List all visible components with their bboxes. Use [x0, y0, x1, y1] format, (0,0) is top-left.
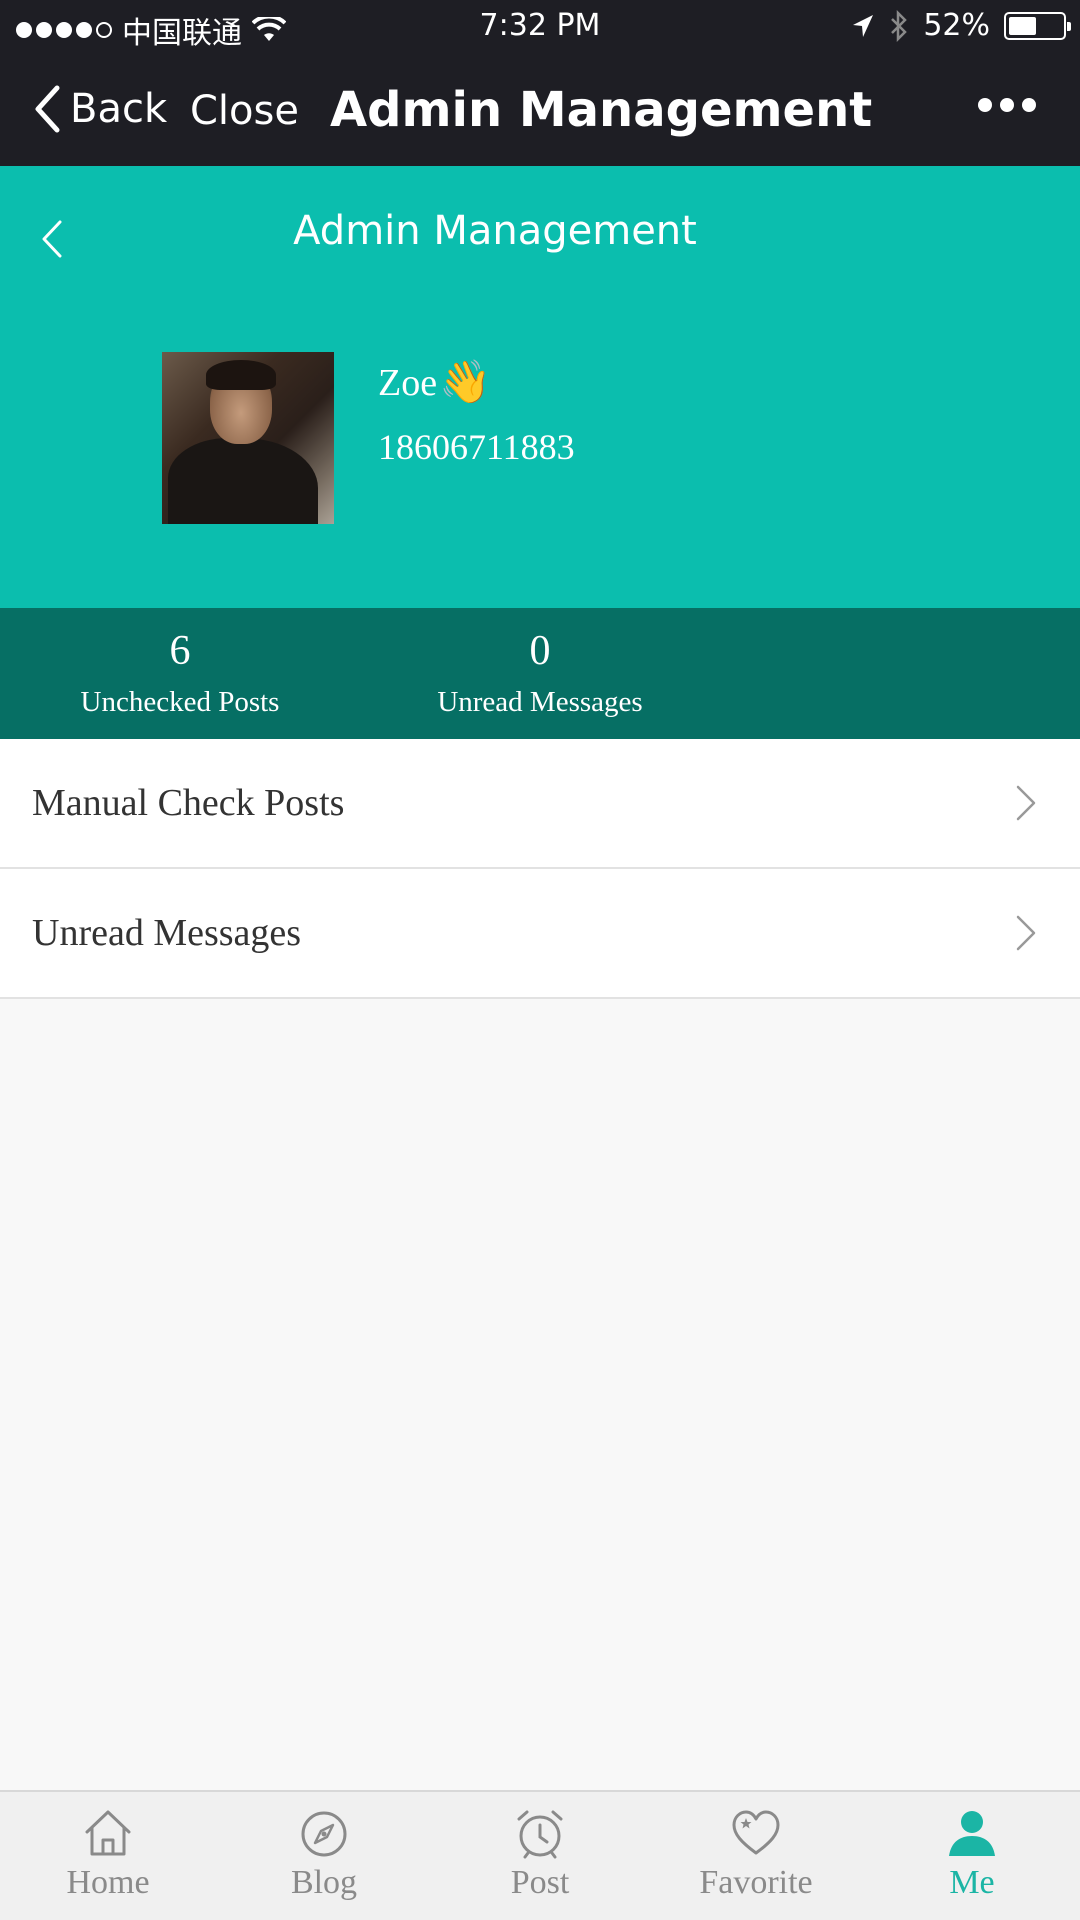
menu-item-unread-messages[interactable]: Unread Messages	[0, 869, 1080, 999]
location-arrow-icon	[853, 14, 874, 37]
nav-title: Admin Management	[330, 82, 873, 138]
nav-back-label: Back	[70, 86, 168, 132]
tab-label: Post	[510, 1864, 570, 1901]
user-name: Zoe 👋	[378, 358, 491, 407]
battery-level	[1009, 16, 1036, 35]
alarm-clock-icon	[517, 1810, 563, 1859]
tab-label: Me	[949, 1864, 995, 1901]
status-right: 52%	[851, 8, 1071, 43]
stat-value: 6	[169, 628, 191, 674]
stats-bar: 6 Unchecked Posts 0 Unread Messages	[0, 608, 1080, 739]
stat-label: Unchecked Posts	[80, 686, 280, 718]
battery-icon	[1004, 11, 1071, 40]
waving-hand-emoji: 👋	[439, 360, 492, 406]
chevron-right-icon	[1016, 785, 1036, 821]
tab-me[interactable]: Me	[864, 1792, 1080, 1920]
stat-value: 0	[529, 628, 551, 674]
tab-bar: Home Blog Post Favorite Me	[0, 1790, 1080, 1920]
tab-label: Blog	[290, 1864, 358, 1901]
tab-favorite[interactable]: Favorite	[648, 1792, 864, 1920]
menu-item-label: Unread Messages	[32, 912, 302, 954]
menu-item-label: Manual Check Posts	[32, 782, 345, 824]
bluetooth-icon	[891, 9, 908, 42]
user-name-text: Zoe	[378, 361, 438, 404]
home-icon	[85, 1810, 131, 1856]
status-bar: 中国联通 7:32 PM 52%	[0, 0, 1080, 54]
page-title: Admin Management	[293, 208, 697, 254]
tab-label: Favorite	[699, 1864, 813, 1901]
profile-header: Admin Management Zoe 👋 18606711883	[0, 166, 1080, 608]
battery-percent: 52%	[923, 8, 990, 43]
heart-icon	[732, 1810, 780, 1855]
tab-home[interactable]: Home	[0, 1792, 216, 1920]
stat-unread-messages[interactable]: 0 Unread Messages	[420, 628, 660, 719]
nav-back-button[interactable]: Back	[32, 84, 167, 134]
person-icon	[949, 1811, 995, 1856]
chevron-left-icon	[35, 85, 60, 133]
tab-blog[interactable]: Blog	[216, 1792, 432, 1920]
nav-close-button[interactable]: Close	[190, 88, 299, 134]
user-phone: 18606711883	[378, 427, 575, 467]
tab-post[interactable]: Post	[432, 1792, 648, 1920]
stat-label: Unread Messages	[437, 686, 643, 718]
menu-list: Manual Check Posts Unread Messages	[0, 739, 1080, 999]
avatar[interactable]	[162, 352, 334, 524]
stat-unchecked-posts[interactable]: 6 Unchecked Posts	[60, 628, 300, 719]
menu-item-manual-check-posts[interactable]: Manual Check Posts	[0, 739, 1080, 869]
more-dots-icon[interactable]	[978, 98, 1036, 112]
compass-icon	[301, 1811, 347, 1857]
chevron-right-icon	[1016, 915, 1036, 951]
nav-bar: Back Close Admin Management	[0, 54, 1080, 166]
tab-label: Home	[66, 1864, 150, 1901]
